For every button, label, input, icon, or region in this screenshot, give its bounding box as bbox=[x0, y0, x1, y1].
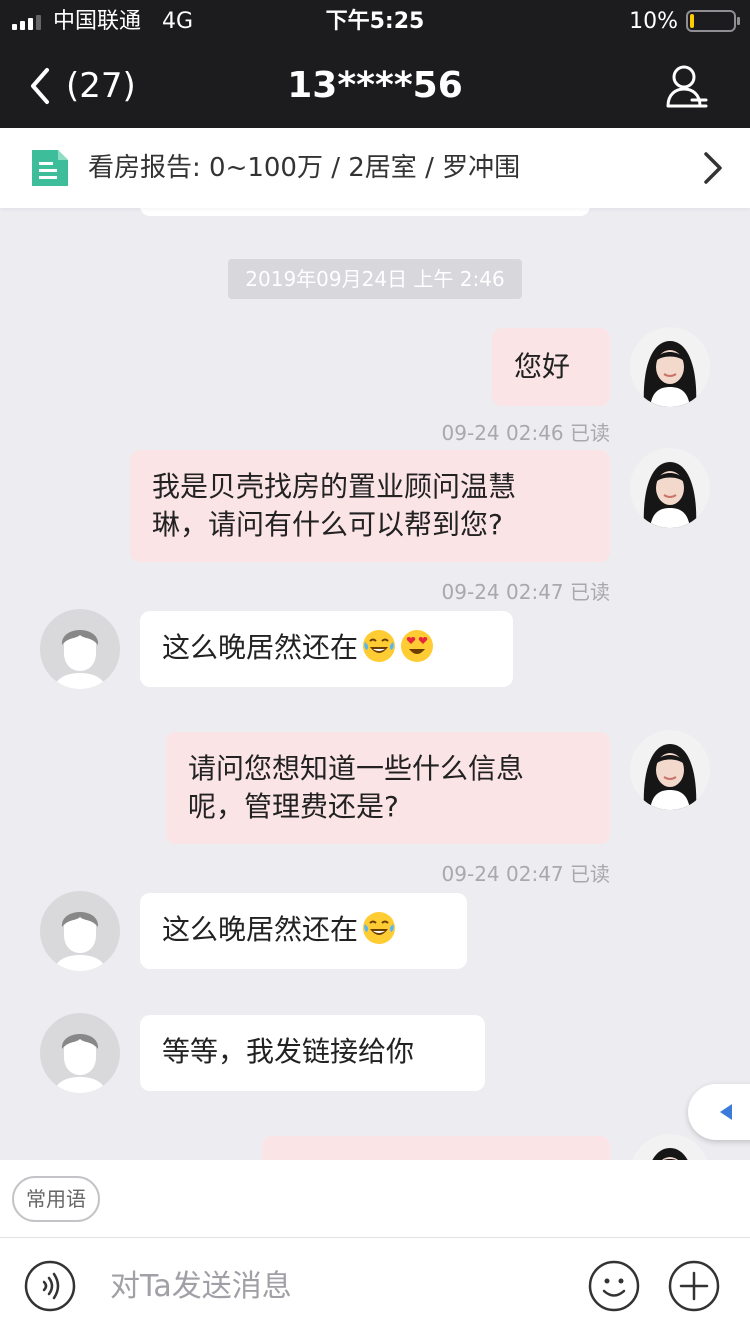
chat-area[interactable]: 2019年09月24日 上午 2:46 您好 09-24 02:46 已读 我是… bbox=[0, 208, 750, 1160]
customer-avatar[interactable] bbox=[40, 891, 120, 971]
profile-icon[interactable] bbox=[664, 64, 710, 110]
battery-level bbox=[690, 14, 694, 28]
message-bubble-incoming[interactable]: 这么晚居然还在 bbox=[140, 893, 467, 969]
message-meta: 09-24 02:46 已读 bbox=[441, 421, 610, 445]
viewing-report-banner[interactable]: 看房报告: 0~100万 / 2居室 / 罗冲围 bbox=[0, 128, 750, 208]
agent-avatar[interactable] bbox=[630, 1134, 710, 1160]
agent-avatar[interactable] bbox=[630, 730, 710, 810]
side-expand-tab[interactable] bbox=[688, 1084, 750, 1140]
voice-icon[interactable] bbox=[24, 1260, 76, 1312]
previous-message-bubble bbox=[140, 208, 590, 216]
laughing-tears-emoji bbox=[363, 630, 396, 662]
message-text-line: 呢，管理费还是? bbox=[188, 790, 399, 823]
quick-phrase-bar: 常用语 bbox=[0, 1160, 750, 1238]
customer-avatar[interactable] bbox=[40, 1013, 120, 1093]
message-bubble-outgoing[interactable] bbox=[262, 1136, 610, 1160]
message-bubble-outgoing[interactable]: 您好 bbox=[492, 328, 610, 406]
nav-bar: (27) 13****56 bbox=[0, 44, 750, 128]
message-input[interactable] bbox=[96, 1256, 566, 1316]
message-meta: 09-24 02:47 已读 bbox=[441, 580, 610, 604]
message-meta: 09-24 02:47 已读 bbox=[441, 862, 610, 886]
message-text: 这么晚居然还在 bbox=[162, 913, 359, 946]
message-text-line: 我是贝壳找房的置业顾问温慧 bbox=[152, 470, 517, 503]
message-bubble-outgoing[interactable]: 我是贝壳找房的置业顾问温慧 琳，请问有什么可以帮到您? bbox=[130, 450, 610, 562]
plus-icon[interactable] bbox=[668, 1260, 720, 1312]
agent-avatar[interactable] bbox=[630, 327, 710, 407]
message-bubble-incoming[interactable]: 等等，我发链接给你 bbox=[140, 1015, 485, 1091]
date-separator: 2019年09月24日 上午 2:46 bbox=[228, 259, 522, 299]
message-bubble-outgoing[interactable]: 请问您想知道一些什么信息 呢，管理费还是? bbox=[166, 732, 610, 844]
message-input-bar bbox=[0, 1238, 750, 1334]
message-text-line: 请问您想知道一些什么信息 bbox=[188, 752, 525, 785]
message-text-line: 琳，请问有什么可以帮到您? bbox=[152, 508, 503, 541]
common-phrases-button[interactable]: 常用语 bbox=[12, 1176, 100, 1222]
battery-icon bbox=[686, 10, 740, 32]
message-bubble-incoming[interactable]: 这么晚居然还在 bbox=[140, 611, 513, 687]
message-text: 您好 bbox=[514, 350, 571, 383]
battery-percent: 10% bbox=[629, 9, 678, 34]
emoji-icon[interactable] bbox=[588, 1260, 640, 1312]
status-bar: 中国联通 4G 下午5:25 10% bbox=[0, 0, 750, 44]
heart-eyes-emoji bbox=[401, 630, 434, 662]
document-icon bbox=[32, 150, 68, 186]
customer-avatar[interactable] bbox=[40, 609, 120, 689]
triangle-left-icon bbox=[720, 1104, 732, 1120]
chevron-right-icon bbox=[704, 152, 722, 184]
message-text: 这么晚居然还在 bbox=[162, 631, 359, 664]
message-text: 等等，我发链接给你 bbox=[162, 1035, 415, 1068]
report-text: 看房报告: 0~100万 / 2居室 / 罗冲围 bbox=[88, 153, 521, 183]
agent-avatar[interactable] bbox=[630, 448, 710, 528]
chat-title: 13****56 bbox=[287, 65, 463, 106]
laughing-tears-emoji bbox=[363, 912, 396, 944]
